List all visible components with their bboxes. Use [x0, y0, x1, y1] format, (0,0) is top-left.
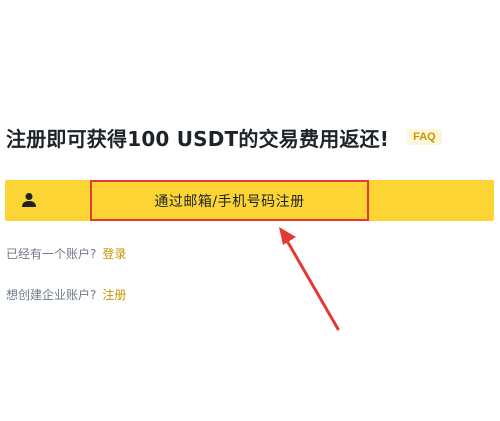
register-by-email-phone-button[interactable]: 通过邮箱/手机号码注册	[90, 180, 369, 221]
enterprise-prompt: 想创建企业账户?	[6, 288, 97, 302]
login-prompt: 已经有一个账户?	[6, 247, 97, 261]
enterprise-row: 想创建企业账户? 注册	[6, 286, 126, 303]
user-icon	[21, 192, 37, 208]
faq-link[interactable]: FAQ	[407, 129, 442, 145]
register-bar[interactable]: 通过邮箱/手机号码注册	[5, 180, 494, 221]
register-button-label: 通过邮箱/手机号码注册	[154, 193, 305, 210]
login-row: 已经有一个账户? 登录	[6, 245, 126, 262]
page-headline: 注册即可获得100 USDT的交易费用返还! FAQ	[6, 122, 442, 152]
annotation-arrow-icon	[279, 227, 340, 331]
login-link[interactable]: 登录	[102, 247, 126, 261]
headline-text: 注册即可获得100 USDT的交易费用返还!	[6, 126, 390, 151]
enterprise-register-link[interactable]: 注册	[102, 288, 126, 302]
